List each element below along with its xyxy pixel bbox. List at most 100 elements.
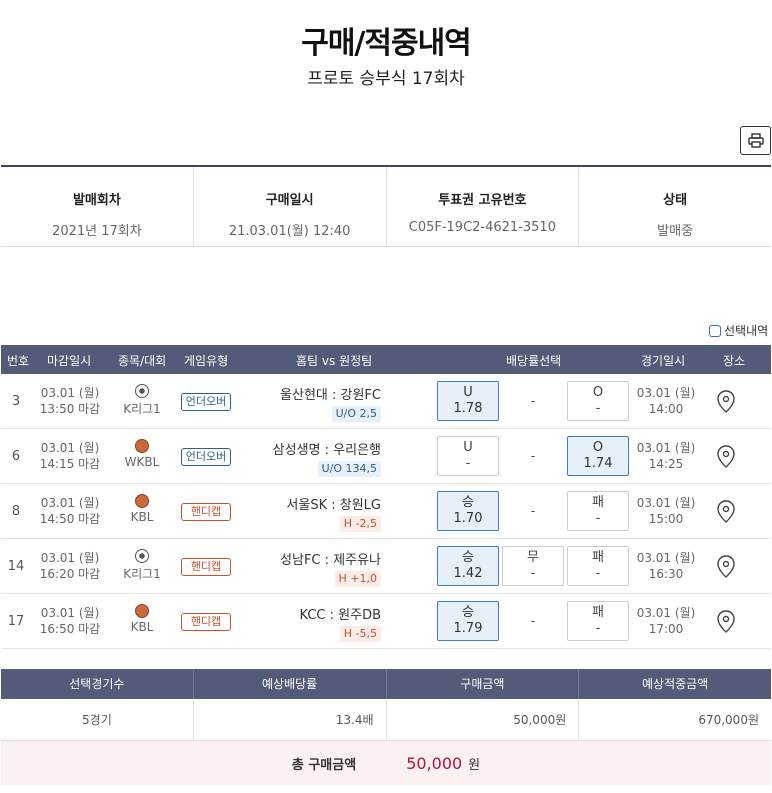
location-pin-icon[interactable]	[716, 610, 736, 634]
soccer-ball-icon	[135, 384, 149, 398]
row-number: 6	[11, 449, 21, 464]
odds-option-label: 패	[592, 550, 604, 565]
row-number: 14	[7, 559, 25, 574]
row-deadline: 03.01 (월) 13:50 마감	[39, 385, 101, 417]
odds-option-1[interactable]: 승 1.70	[437, 491, 499, 531]
info-buy-value: 21.03.01(월) 12:40	[228, 224, 351, 239]
page-subtitle: 프로토 승부식 17회차	[307, 69, 465, 89]
info-round-label: 발매회차	[72, 193, 121, 208]
deadline-date: 03.01 (월)	[40, 386, 100, 400]
row-deadline: 03.01 (월) 16:50 마감	[39, 605, 101, 637]
location-pin-icon[interactable]	[716, 390, 736, 414]
info-round-value: 2021년 17회차	[52, 224, 142, 239]
table-row: 14 03.01 (월) 16:20 마감 K리그1 핸디캡 성남FC : 제주유나 H +…	[1, 539, 771, 594]
odds-option-label: O	[592, 385, 604, 400]
game-time: 15:00	[648, 512, 684, 526]
row-teams: 서울SK : 창원LG H -2,5	[241, 494, 381, 532]
game-time: 16:30	[648, 567, 684, 581]
summary-amount: 50,000원	[387, 699, 580, 740]
info-ticket-label: 투표권 고유번호	[438, 193, 527, 208]
row-number: 17	[7, 614, 25, 629]
odds-option-value: 1.79	[453, 621, 483, 636]
league: K리그1	[123, 567, 161, 581]
total-amount: 50,000	[406, 753, 463, 773]
row-game-date: 03.01 (월) 14:00	[631, 385, 701, 417]
odds-option-1[interactable]: 승 1.79	[437, 601, 499, 641]
teams-matchup: 삼성생명 : 우리은행	[272, 443, 381, 458]
location-pin-icon[interactable]	[716, 445, 736, 469]
teams-matchup: 서울SK : 창원LG	[286, 498, 381, 513]
game-date: 03.01 (월)	[636, 551, 696, 565]
summary-table: 선택경기수 예상배당률 구매금액 예상적중금액 5경기 13.4배 50,000…	[1, 669, 771, 741]
total-unit: 원	[468, 757, 481, 773]
row-sport: K리그1	[113, 384, 171, 417]
odds-option-value: 1.78	[453, 401, 483, 416]
odds-option-value: -	[530, 566, 536, 581]
info-status-label: 상태	[663, 193, 688, 208]
summary-odds-label: 예상배당률	[194, 669, 387, 699]
row-teams: 성남FC : 제주유나 H +1,0	[241, 549, 381, 587]
col-deadline: 마감일시	[47, 354, 92, 368]
odds-option-3[interactable]: O 1.74	[567, 436, 629, 476]
page-title: 구매/적중내역	[301, 26, 472, 61]
printer-icon	[747, 133, 764, 148]
odds-option-label: 패	[592, 495, 604, 510]
odds-option-label: O	[592, 440, 604, 455]
col-sport: 종목/대회	[118, 354, 167, 368]
row-teams: KCC : 원주DB H -5,5	[241, 604, 381, 642]
bet-table: 번호 마감일시 종목/대회 게임유형 홈팀 vs 원정팀 배당률선택 경기일시 …	[1, 345, 771, 649]
league: WKBL	[124, 455, 160, 469]
game-date: 03.01 (월)	[636, 606, 696, 620]
handicap-tag: H +1,0	[334, 571, 381, 587]
odds-option-3[interactable]: 패-	[567, 601, 629, 641]
total-bar: 총 구매금액 50,000 원	[1, 741, 771, 785]
game-date: 03.01 (월)	[636, 386, 696, 400]
location-pin-icon[interactable]	[716, 555, 736, 579]
col-gamedate: 경기일시	[641, 354, 686, 368]
row-game-date: 03.01 (월) 15:00	[631, 495, 701, 527]
game-time: 17:00	[648, 622, 684, 636]
teams-matchup: KCC : 원주DB	[299, 608, 381, 623]
teams-matchup: 울산현대 : 강원FC	[280, 388, 381, 403]
table-row: 3 03.01 (월) 13:50 마감 K리그1 언더오버 울산현대 : 강원FC U/O…	[1, 374, 771, 429]
odds-option-3[interactable]: 패-	[567, 546, 629, 586]
odds-option-3[interactable]: O-	[567, 381, 629, 421]
legend-swatch	[709, 324, 721, 337]
odds-option-label: 승	[462, 550, 474, 565]
row-game-date: 03.01 (월) 17:00	[631, 605, 701, 637]
print-button[interactable]	[740, 126, 771, 155]
game-type-badge: 핸디캡	[181, 558, 231, 576]
legend-label: 선택내역	[724, 324, 769, 338]
info-round: 발매회차 2021년 17회차	[1, 167, 194, 246]
odds-option-value: 1.42	[453, 566, 483, 581]
row-game-date: 03.01 (월) 16:30	[631, 550, 701, 582]
col-gametype: 게임유형	[184, 354, 229, 368]
deadline-date: 03.01 (월)	[40, 496, 100, 510]
deadline-date: 03.01 (월)	[40, 606, 100, 620]
row-game-date: 03.01 (월) 14:25	[631, 440, 701, 472]
table-header: 번호 마감일시 종목/대회 게임유형 홈팀 vs 원정팀 배당률선택 경기일시 …	[1, 345, 771, 374]
odds-option-value: 1.70	[453, 511, 483, 526]
col-no: 번호	[7, 354, 30, 368]
odds-option-label: U	[463, 440, 473, 455]
odds-option-label: U	[463, 385, 473, 400]
table-body: 3 03.01 (월) 13:50 마감 K리그1 언더오버 울산현대 : 강원FC U/O…	[1, 374, 771, 649]
location-pin-icon[interactable]	[716, 500, 736, 524]
row-sport: KBL	[113, 604, 171, 634]
game-date: 03.01 (월)	[636, 441, 696, 455]
league: KBL	[130, 620, 154, 634]
info-ticket-value: C05F-19C2-4621-3510	[408, 220, 556, 235]
deadline-time: 13:50 마감	[39, 402, 101, 416]
odds-option-1[interactable]: U 1.78	[437, 381, 499, 421]
odds-option-1[interactable]: 승 1.42	[437, 546, 499, 586]
odds-option-label: 승	[462, 605, 474, 620]
odds-option-1[interactable]: U-	[437, 436, 499, 476]
col-teams: 홈팀 vs 원정팀	[296, 354, 373, 368]
odds-option-value: -	[595, 511, 601, 526]
row-number: 8	[11, 504, 21, 519]
row-deadline: 03.01 (월) 14:15 마감	[39, 440, 101, 472]
row-sport: WKBL	[113, 439, 171, 469]
odds-option-3[interactable]: 패-	[567, 491, 629, 531]
odds-option-2[interactable]: 무-	[502, 546, 564, 586]
basketball-icon	[135, 439, 149, 453]
